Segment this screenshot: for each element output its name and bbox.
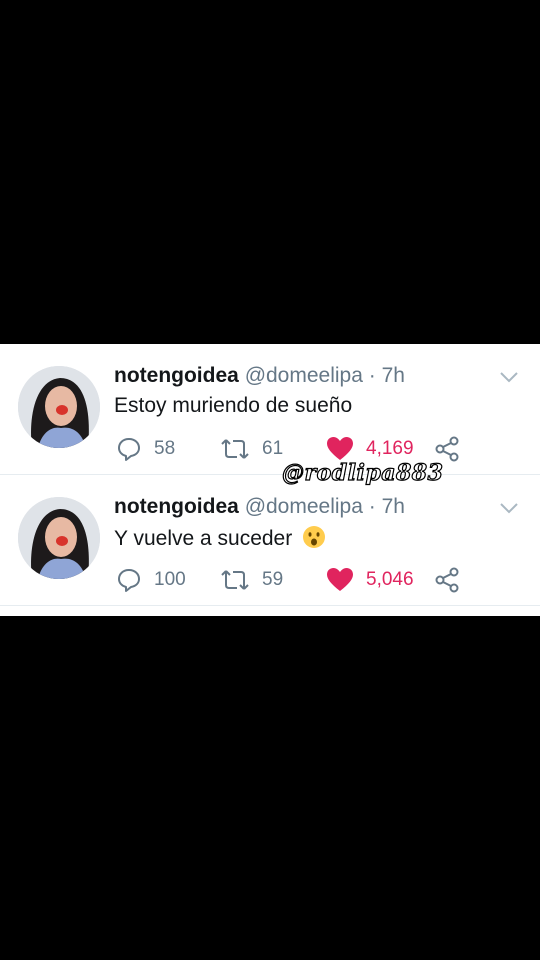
like-count: 5,046 [366, 569, 414, 590]
timestamp[interactable]: 7h [382, 495, 405, 518]
reply-button[interactable]: 58 [116, 434, 175, 464]
tweet-text: Estoy muriendo de sueño [114, 394, 353, 417]
reply-count: 100 [154, 569, 186, 590]
retweet-button[interactable]: 59 [220, 565, 283, 595]
display-name[interactable]: notengoidea [114, 364, 239, 387]
tweet-text-content: Y vuelve a suceder [114, 527, 293, 550]
tweet-header: notengoidea @domeelipa · 7h [114, 364, 405, 388]
like-button[interactable]: 5,046 [326, 565, 414, 595]
retweet-count: 59 [262, 569, 284, 590]
display-name[interactable]: notengoidea [114, 495, 239, 518]
retweet-button[interactable]: 61 [220, 434, 283, 464]
tweet-list: notengoidea @domeelipa · 7h Estoy murien… [0, 344, 540, 616]
share-icon[interactable] [434, 436, 460, 462]
chevron-down-icon[interactable] [498, 497, 520, 519]
heart-icon [327, 437, 353, 460]
separator: · [368, 495, 376, 518]
user-handle[interactable]: @domeelipa [245, 495, 363, 518]
tweet[interactable]: notengoidea @domeelipa · 7h Estoy murien… [0, 344, 540, 475]
avatar[interactable] [18, 366, 100, 448]
reply-count: 58 [154, 438, 176, 459]
reply-button[interactable]: 100 [116, 565, 186, 595]
separator: · [368, 364, 376, 387]
tweet-text: Y vuelve a suceder [114, 525, 326, 551]
tweet-header: notengoidea @domeelipa · 7h [114, 495, 405, 519]
like-count: 4,169 [366, 438, 414, 459]
watermark-text: @rodlipa883 [281, 459, 444, 486]
retweet-icon [221, 439, 249, 459]
share-icon[interactable] [434, 567, 460, 593]
heart-icon [327, 568, 353, 591]
reply-icon [118, 438, 140, 461]
tweet-actions: 100 59 5,046 [114, 565, 464, 595]
chevron-down-icon[interactable] [498, 366, 520, 388]
timestamp[interactable]: 7h [382, 364, 405, 387]
user-handle[interactable]: @domeelipa [245, 364, 363, 387]
astonished-face-emoji [303, 526, 326, 548]
avatar[interactable] [18, 497, 100, 579]
retweet-count: 61 [262, 438, 284, 459]
tweet[interactable]: notengoidea @domeelipa · 7h Y vuelve a s… [0, 475, 540, 606]
reply-icon [118, 569, 140, 592]
retweet-icon [221, 570, 249, 590]
